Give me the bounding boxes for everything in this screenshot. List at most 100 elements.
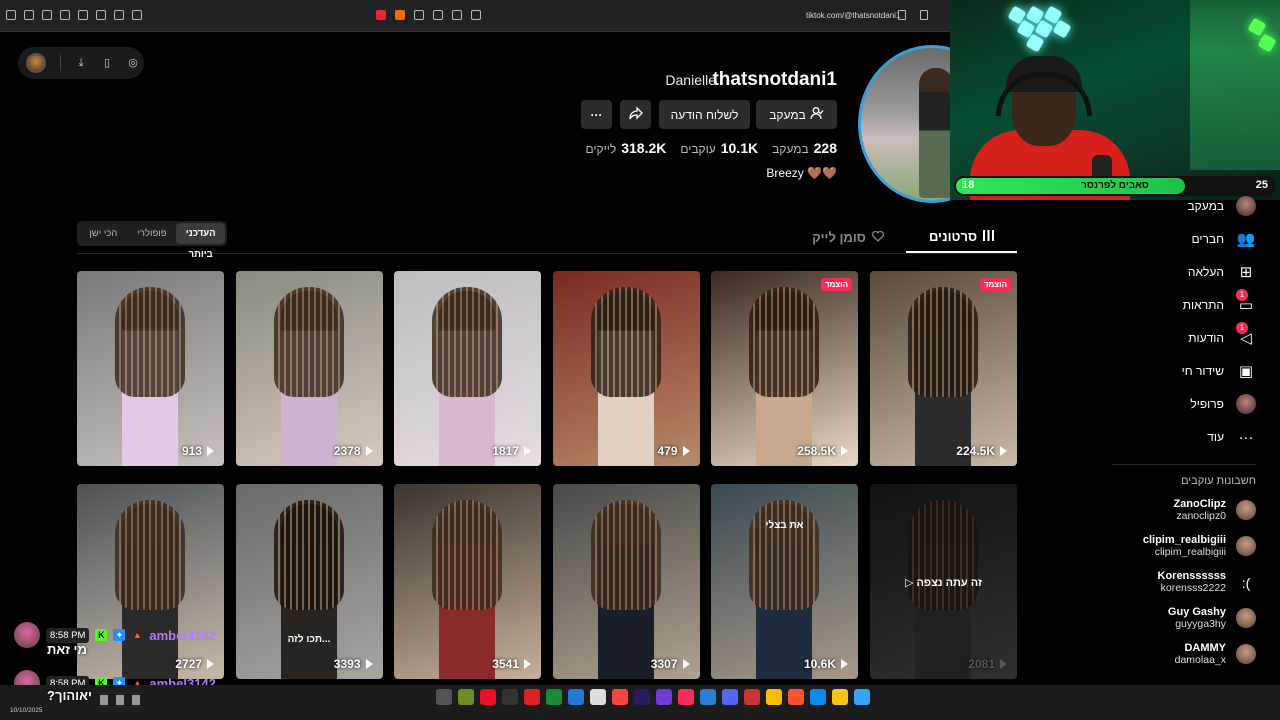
app-icon[interactable]	[722, 689, 738, 705]
app-icon[interactable]	[744, 689, 760, 705]
sort-oldest[interactable]: הכי ישן	[79, 223, 128, 244]
more-options-button[interactable]: ···	[581, 100, 612, 129]
video-thumbnail[interactable]: את בצלי 10.6K	[711, 484, 858, 679]
sidebar-item-2[interactable]: העלאה ⊞	[1188, 260, 1256, 284]
screenshot-icon[interactable]	[114, 10, 124, 20]
address-bar[interactable]: tiktok.com/@thatsnotdani1	[806, 11, 900, 20]
chat-message-header: 8:58 PM K ✦ ▲ ambel3142	[14, 622, 216, 648]
compass-icon[interactable]: ◎	[127, 57, 139, 69]
account-text: clipim_realbigiii clipim_realbigiii	[1143, 534, 1226, 558]
alert-icon[interactable]	[376, 10, 386, 20]
battery-icon[interactable]	[116, 695, 124, 705]
mobile-icon[interactable]: ▯	[101, 57, 113, 69]
window-icon[interactable]	[60, 10, 70, 20]
stat-following[interactable]: 228 במעקב	[772, 140, 837, 156]
display-icon[interactable]	[452, 10, 462, 20]
more-icon: ···	[1238, 428, 1254, 446]
video-thumbnail[interactable]: 3307	[552, 484, 700, 679]
sidebar-item-5[interactable]: שידור חי ▣	[1182, 359, 1256, 383]
view-count: 479	[657, 444, 690, 458]
video-thumbnail[interactable]: הוצמד 258.5K	[711, 271, 858, 466]
sort-latest[interactable]: העדכני ביותר	[176, 223, 226, 260]
download-icon[interactable]: ⤓	[75, 57, 87, 69]
chat-avatar	[14, 622, 40, 648]
user-avatar[interactable]	[26, 53, 46, 73]
sidebar-item-6[interactable]: פרופיל	[1190, 392, 1256, 416]
following-account[interactable]: clipim_realbigiii clipim_realbigiii	[1143, 534, 1256, 558]
tab-liked[interactable]: סומן לייק	[800, 222, 896, 253]
translate-icon[interactable]	[898, 10, 906, 20]
app-icon[interactable]	[524, 689, 540, 705]
mic-icon[interactable]	[100, 695, 108, 705]
search-icon[interactable]	[414, 10, 424, 20]
thumbnail-hair	[590, 500, 661, 610]
sidebar-item-3[interactable]: התראות ▭ 1	[1183, 289, 1256, 317]
chevron-up-icon[interactable]	[132, 695, 140, 705]
menu-icon[interactable]	[6, 10, 16, 20]
sub-goal-current: 18	[962, 179, 975, 191]
sidebar-item-label: שידור חי	[1181, 364, 1224, 378]
following-account[interactable]: DAMMY damolaa_x	[1175, 642, 1256, 666]
app-icon[interactable]	[656, 689, 672, 705]
app-icon[interactable]	[678, 689, 694, 705]
app-icon[interactable]	[612, 689, 628, 705]
webcam-overlay	[950, 0, 1280, 200]
video-thumbnail[interactable]: 3541	[394, 484, 541, 679]
video-thumbnail[interactable]: 1817	[394, 271, 541, 466]
video-thumbnail[interactable]: הוצמד 224.5K	[870, 271, 1017, 466]
message-button[interactable]: לשלוח הודעה	[659, 100, 750, 129]
tab-videos[interactable]: סרטונים	[906, 222, 1017, 253]
following-button[interactable]: במעקב	[756, 100, 837, 129]
account-name: Guy Gashy	[1167, 606, 1226, 618]
cam-window	[1190, 0, 1280, 170]
tab-divider	[76, 253, 1018, 254]
stat-followers[interactable]: 10.1K עוקבים	[680, 140, 758, 156]
following-button-label: במעקב	[769, 107, 806, 122]
tools-icon[interactable]	[433, 10, 443, 20]
sidebar-item-0[interactable]: במעקב	[1187, 194, 1256, 218]
video-thumbnail[interactable]: 479	[552, 271, 700, 466]
app-icon[interactable]	[700, 689, 716, 705]
video-thumbnail[interactable]: 2378	[235, 271, 383, 466]
app-icon[interactable]	[502, 689, 518, 705]
app-icon[interactable]	[854, 689, 870, 705]
pen-icon[interactable]	[42, 10, 52, 20]
music-icon[interactable]	[96, 10, 106, 20]
location-icon[interactable]	[24, 10, 34, 20]
sidebar-icon[interactable]	[78, 10, 88, 20]
app-icon[interactable]	[634, 689, 650, 705]
following-account[interactable]: Guy Gashy guyyga3hy	[1168, 606, 1256, 630]
app-icon[interactable]	[546, 689, 562, 705]
user-check-icon	[810, 106, 824, 123]
sidebar-item-1[interactable]: חברים 👥	[1191, 227, 1256, 251]
app-icon[interactable]	[590, 689, 606, 705]
app-icon[interactable]	[788, 689, 804, 705]
sidebar-item-7[interactable]: עוד ···	[1207, 425, 1256, 449]
sliders-icon[interactable]	[471, 10, 481, 20]
app-icon[interactable]	[480, 689, 496, 705]
app-icon[interactable]	[436, 689, 452, 705]
taskbar: 10/10/2025	[0, 685, 1280, 720]
bookmark-icon[interactable]	[920, 10, 928, 20]
account-avatar	[1236, 500, 1256, 520]
video-thumbnail[interactable]: 913	[77, 271, 224, 466]
following-account[interactable]: Korenssssss korensss2222:(	[1157, 570, 1256, 594]
video-thumbnail[interactable]: 2727	[77, 484, 224, 679]
video-thumbnail[interactable]: ▷ זה עתה נצפה 2081	[870, 484, 1017, 679]
account-name: Korenssssss	[1157, 570, 1227, 582]
app-icon[interactable]	[458, 689, 474, 705]
video-thumbnail[interactable]: תכו לזה... 3393	[235, 484, 383, 679]
brave-icon[interactable]	[395, 10, 405, 20]
account-handle: damolaa_x	[1174, 654, 1226, 666]
browser-toolbar: tiktok.com/@thatsnotdani1	[0, 0, 950, 32]
settings-icon[interactable]	[132, 10, 142, 20]
app-icon[interactable]	[832, 689, 848, 705]
app-icon[interactable]	[568, 689, 584, 705]
sidebar-item-4[interactable]: הודעות ◁ 1	[1188, 322, 1256, 350]
app-icon[interactable]	[766, 689, 782, 705]
following-account[interactable]: ZanoClipz zanoclipz0	[1173, 498, 1256, 522]
chat-message-text: מי זאת	[47, 642, 87, 657]
app-icon[interactable]	[810, 689, 826, 705]
sort-popular[interactable]: פופולרי	[128, 223, 177, 244]
share-button[interactable]	[620, 100, 651, 129]
